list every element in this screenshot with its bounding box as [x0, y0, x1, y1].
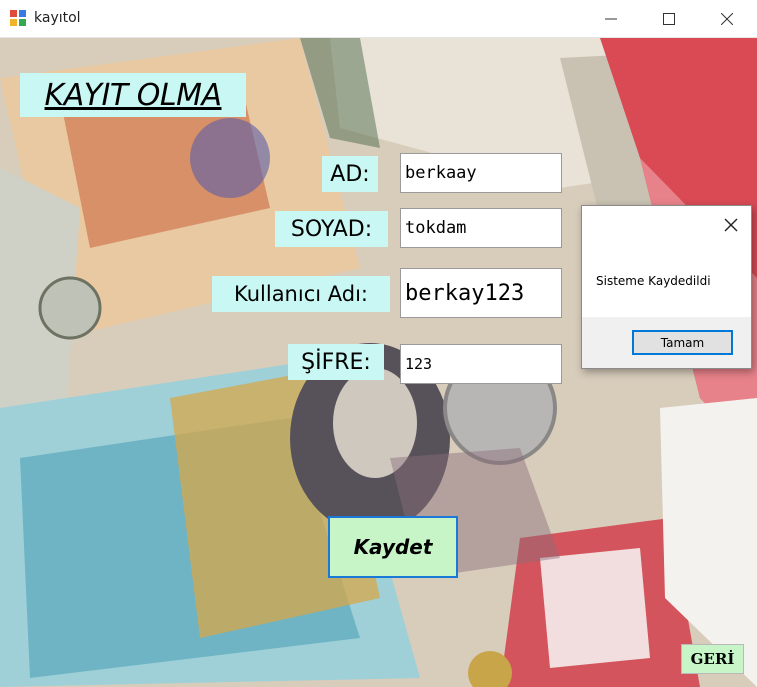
- kaydet-button[interactable]: Kaydet: [328, 516, 458, 578]
- window-title: kayıtol: [34, 10, 81, 26]
- minimize-icon: [605, 18, 617, 20]
- maximize-icon: [663, 13, 675, 25]
- close-icon[interactable]: [722, 216, 740, 234]
- soyad-label: SOYAD:: [275, 211, 388, 247]
- close-button[interactable]: [698, 0, 756, 38]
- window-titlebar: kayıtol: [0, 0, 757, 38]
- app-form-icon: [10, 10, 26, 26]
- tamam-button[interactable]: Tamam: [632, 330, 733, 355]
- ad-input[interactable]: berkaay: [400, 153, 562, 193]
- maximize-button[interactable]: [640, 0, 698, 38]
- kullanici-adi-label: Kullanıcı Adı:: [212, 276, 390, 312]
- dialog-footer: Tamam: [582, 317, 751, 368]
- minimize-button[interactable]: [582, 0, 640, 38]
- message-dialog: Sisteme Kaydedildi Tamam: [581, 205, 752, 369]
- form-heading: KAYIT OLMA: [20, 73, 246, 117]
- sifre-label: ŞİFRE:: [288, 344, 384, 380]
- dialog-message: Sisteme Kaydedildi: [596, 274, 711, 288]
- close-icon: [721, 13, 733, 25]
- sifre-input[interactable]: 123: [400, 344, 562, 384]
- ad-label: AD:: [322, 156, 378, 192]
- geri-button[interactable]: GERİ: [681, 644, 744, 674]
- kullanici-adi-input[interactable]: berkay123: [400, 268, 562, 318]
- soyad-input[interactable]: tokdam: [400, 208, 562, 248]
